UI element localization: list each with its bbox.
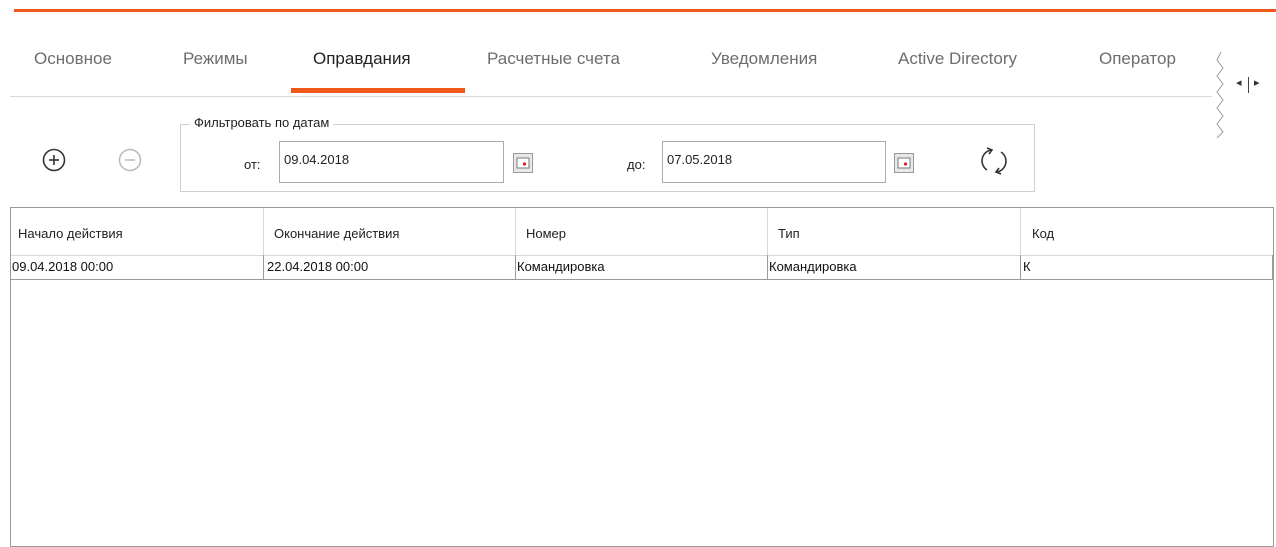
- table-header: Начало действия Окончание действия Номер…: [11, 208, 1273, 256]
- from-date-field[interactable]: 09.04.2018: [279, 141, 504, 183]
- tab-scroll-arrows[interactable]: ◂ ▸: [1230, 76, 1270, 94]
- tab-active-directory[interactable]: Active Directory: [898, 49, 1017, 69]
- tab-bar-divider: [10, 96, 1212, 97]
- top-accent-bar: [14, 9, 1276, 12]
- col-header-end[interactable]: Окончание действия: [274, 226, 399, 241]
- tab-rezhimy[interactable]: Режимы: [183, 49, 248, 69]
- from-label: от:: [244, 157, 261, 172]
- filter-legend: Фильтровать по датам: [190, 115, 334, 130]
- tab-operator[interactable]: Оператор: [1099, 49, 1176, 69]
- tab-bar: Основное Режимы Оправдания Расчетные сче…: [0, 40, 1224, 138]
- tab-raschetnye-scheta[interactable]: Расчетные счета: [487, 49, 620, 69]
- to-label: до:: [627, 157, 646, 172]
- tab-osnovnoe[interactable]: Основное: [34, 49, 112, 69]
- active-tab-indicator: [291, 88, 465, 93]
- tab-opravdaniya[interactable]: Оправдания: [313, 49, 411, 69]
- col-header-start[interactable]: Начало действия: [18, 226, 123, 241]
- plus-circle-icon[interactable]: [41, 147, 67, 173]
- col-header-number[interactable]: Номер: [526, 226, 566, 241]
- cell-number: Командировка: [517, 259, 605, 274]
- table-row[interactable]: 09.04.2018 00:00 22.04.2018 00:00 Команд…: [11, 255, 1273, 280]
- absences-table[interactable]: Начало действия Окончание действия Номер…: [10, 207, 1274, 547]
- cell-code: К: [1023, 259, 1031, 274]
- refresh-icon[interactable]: [977, 144, 1011, 178]
- cell-end: 22.04.2018 00:00: [267, 259, 369, 274]
- tab-overflow-edge: [1216, 52, 1224, 138]
- from-calendar-icon[interactable]: [512, 152, 534, 174]
- triangle-left-icon[interactable]: ◂: [1236, 76, 1242, 89]
- tab-uvedomleniya[interactable]: Уведомления: [711, 49, 817, 69]
- cell-start: 09.04.2018 00:00: [12, 259, 114, 274]
- to-date-field[interactable]: 07.05.2018: [662, 141, 886, 183]
- to-calendar-icon[interactable]: [893, 152, 915, 174]
- col-header-type[interactable]: Тип: [778, 226, 800, 241]
- triangle-right-icon[interactable]: ▸: [1254, 76, 1260, 89]
- minus-circle-icon[interactable]: [117, 147, 143, 173]
- col-header-code[interactable]: Код: [1032, 226, 1054, 241]
- cell-type: Командировка: [769, 259, 857, 274]
